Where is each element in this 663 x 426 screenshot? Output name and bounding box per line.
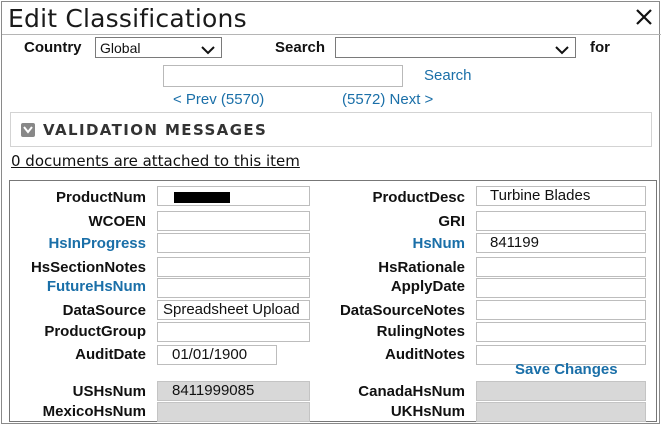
hsnum-input[interactable]: 841199	[476, 233, 646, 253]
rulingnotes-input[interactable]	[476, 322, 646, 342]
ukhsnum-input	[476, 402, 646, 422]
expand-chevron-icon[interactable]	[21, 123, 35, 137]
field-label-canadahsnum: CanadaHsNum	[358, 383, 465, 400]
validation-messages-panel[interactable]: VALIDATION MESSAGES	[10, 112, 652, 147]
auditdate-input[interactable]: 01/01/1900	[157, 345, 277, 365]
title-divider	[2, 34, 661, 35]
ushsnum-input: 8411999085	[157, 381, 310, 401]
field-label-auditdate: AuditDate	[75, 346, 146, 363]
country-label: Country	[24, 39, 82, 56]
field-label-applydate: ApplyDate	[390, 278, 465, 295]
field-label-rulingnotes: RulingNotes	[376, 323, 465, 340]
chevron-down-icon	[555, 42, 569, 58]
productnum-input[interactable]	[157, 186, 310, 206]
country-select[interactable]: Global	[95, 37, 222, 58]
field-label-ukhsnum: UKHsNum	[390, 403, 465, 420]
prev-record-link[interactable]: < Prev (5570)	[173, 91, 264, 108]
gri-input[interactable]	[476, 211, 646, 231]
productdesc-input[interactable]: Turbine Blades	[476, 186, 646, 206]
attachments-link[interactable]: 0 documents are attached to this item	[11, 152, 300, 170]
datasource-input[interactable]: Spreadsheet Upload	[157, 300, 310, 320]
field-label-hsinprogress[interactable]: HsInProgress	[8, 235, 146, 252]
dialog-title: Edit Classifications	[8, 4, 247, 33]
field-label-datasource: DataSource	[62, 302, 146, 319]
canadahsnum-input	[476, 381, 646, 401]
for-label: for	[590, 39, 610, 56]
redaction-block	[174, 192, 230, 203]
search-field-select[interactable]	[335, 37, 576, 58]
wcoen-input[interactable]	[157, 211, 310, 231]
field-label-gri: GRI	[438, 213, 465, 230]
search-button[interactable]: Search	[424, 67, 472, 84]
futurehsnum-input[interactable]	[157, 278, 310, 298]
field-label-productnum: ProductNum	[56, 189, 146, 206]
search-input[interactable]	[163, 65, 403, 87]
mexicohsnum-input	[157, 402, 310, 422]
country-select-value: Global	[100, 40, 141, 56]
field-label-hsnum[interactable]: HsNum	[305, 235, 465, 252]
next-record-link[interactable]: (5572) Next >	[342, 91, 433, 108]
field-label-hsrationale: HsRationale	[378, 259, 465, 276]
field-label-futurehsnum[interactable]: FutureHsNum	[8, 278, 146, 295]
chevron-down-icon	[201, 42, 215, 58]
field-label-productgroup: ProductGroup	[44, 323, 146, 340]
datasourcenotes-input[interactable]	[476, 300, 646, 320]
field-label-ushsnum: USHsNum	[72, 383, 146, 400]
hsrationale-input[interactable]	[476, 257, 646, 277]
hsinprogress-input[interactable]	[157, 233, 310, 253]
validation-messages-title: VALIDATION MESSAGES	[43, 121, 268, 139]
field-label-datasourcenotes: DataSourceNotes	[339, 302, 465, 319]
field-label-hssectionnotes: HsSectionNotes	[30, 259, 146, 276]
close-icon[interactable]	[633, 6, 655, 28]
applydate-input[interactable]	[476, 278, 646, 298]
field-label-wcoen: WCOEN	[88, 213, 147, 230]
save-changes-button[interactable]: Save Changes	[515, 361, 618, 378]
productgroup-input[interactable]	[157, 322, 310, 342]
hssectionnotes-input[interactable]	[157, 257, 310, 277]
field-label-mexicohsnum: MexicoHsNum	[42, 403, 146, 420]
field-label-auditnotes: AuditNotes	[385, 346, 465, 363]
search-label: Search	[275, 39, 326, 56]
field-label-productdesc: ProductDesc	[372, 189, 465, 206]
